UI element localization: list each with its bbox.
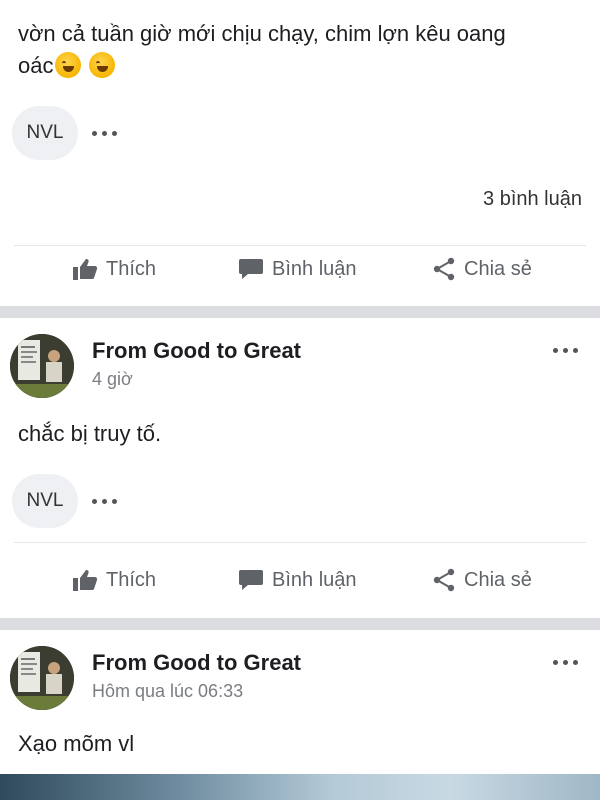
laughing-emoji-icon [55,52,82,78]
share-icon [433,568,455,592]
reaction-button[interactable]: NVL [12,474,78,528]
avatar[interactable] [10,646,74,710]
reaction-row: NVL [12,474,117,528]
post-text: Xạo mõm vl [18,731,135,756]
avatar-image [10,334,74,398]
comment-icon [239,259,263,279]
post-header: From Good to Great 4 giờ [0,334,600,404]
like-button[interactable]: Thích [72,568,156,592]
comment-button[interactable]: Bình luận [238,257,357,281]
avatar[interactable] [10,334,74,398]
author-name[interactable]: From Good to Great [92,650,301,676]
post-1: vờn cả tuần giờ mới chịu chạy, chim lợn … [0,0,600,306]
avatar-image [10,646,74,710]
post-text-line: vờn cả tuần giờ mới chịu chạy, chim lợn … [18,21,506,46]
more-options-icon[interactable] [553,348,578,353]
post-text: vờn cả tuần giờ mới chịu chạy, chim lợn … [18,18,506,82]
action-bar: Thích Bình luận Chia sẻ [0,257,600,297]
like-button[interactable]: Thích [72,257,156,281]
more-options-icon[interactable] [553,660,578,665]
comment-label: Bình luận [272,568,357,591]
post-text: chắc bị truy tố. [18,421,162,446]
comment-button[interactable]: Bình luận [238,568,357,592]
post-2: From Good to Great 4 giờ chắc bị truy tố… [0,318,600,618]
divider [14,245,586,246]
like-icon [73,570,98,591]
author-name[interactable]: From Good to Great [92,338,301,364]
share-button[interactable]: Chia sẻ [432,257,532,281]
share-icon [433,257,455,281]
laughing-emoji-icon [89,52,116,78]
post-photo[interactable] [0,774,600,800]
more-options-icon[interactable] [92,498,117,504]
comment-label: Bình luận [272,257,357,280]
like-label: Thích [106,257,157,280]
action-bar: Thích Bình luận Chia sẻ [0,568,600,608]
post-time[interactable]: 4 giờ [92,369,133,390]
post-separator [0,306,600,318]
post-time[interactable]: Hôm qua lúc 06:33 [92,681,243,702]
comment-icon [239,570,263,590]
share-label: Chia sẻ [464,257,532,280]
share-button[interactable]: Chia sẻ [432,568,532,592]
reaction-button[interactable]: NVL [12,106,78,160]
divider [14,542,586,543]
comments-count[interactable]: 3 bình luận [483,188,582,211]
like-label: Thích [106,568,157,591]
post-separator [0,618,600,630]
share-label: Chia sẻ [464,568,532,591]
like-icon [73,259,98,280]
more-options-icon[interactable] [92,130,117,136]
post-text-line: oác [18,53,54,78]
reaction-row: NVL [12,106,117,160]
post-header: From Good to Great Hôm qua lúc 06:33 [0,646,600,716]
